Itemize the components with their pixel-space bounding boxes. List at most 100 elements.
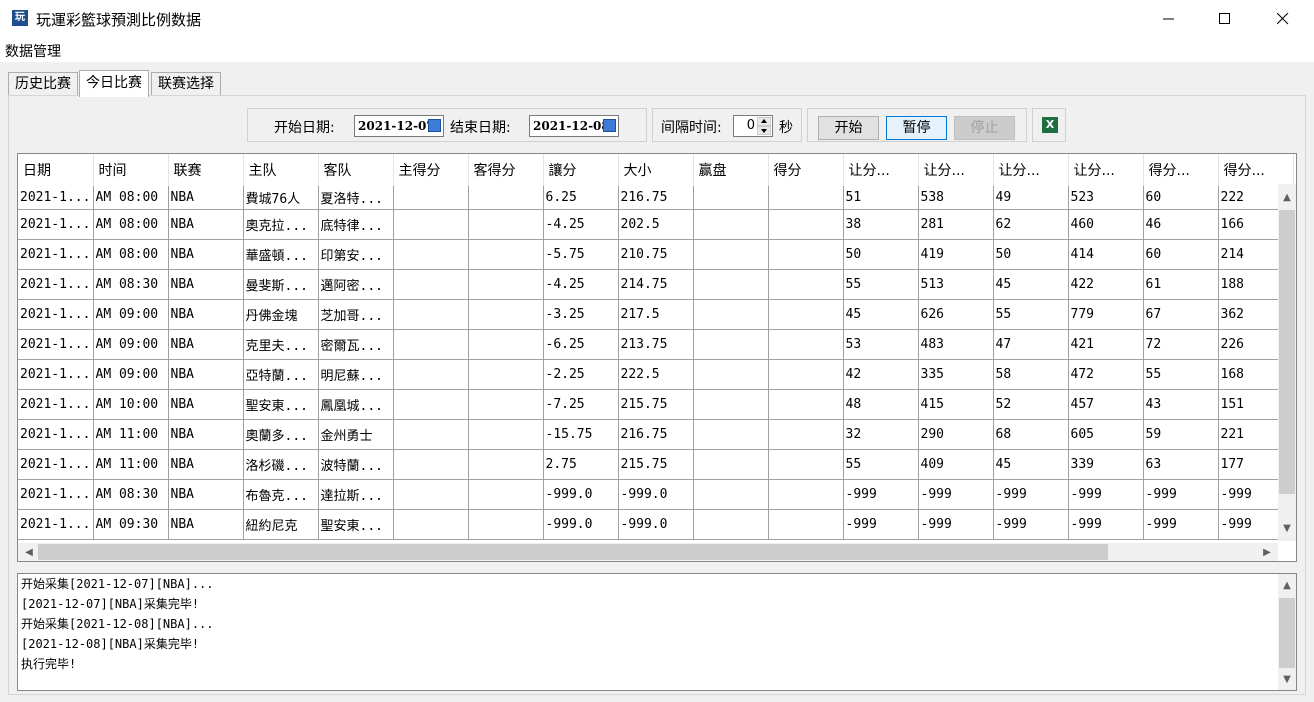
column-header[interactable]: 让分... — [1068, 154, 1144, 186]
menu-data-management[interactable]: 数据管理 — [5, 41, 61, 61]
table-cell: 422 — [1068, 269, 1144, 300]
grid-vertical-scrollbar[interactable]: ▲ ▼ — [1278, 184, 1296, 541]
column-header[interactable]: 让分... — [843, 154, 919, 186]
window-title: 玩運彩籃球預測比例数据 — [36, 11, 202, 29]
excel-icon[interactable]: X — [1042, 117, 1058, 133]
table-cell — [768, 329, 844, 360]
table-cell — [468, 186, 544, 210]
log-textarea[interactable]: 开始采集[2021-12-07][NBA]... [2021-12-07][NBA… — [17, 573, 1297, 691]
table-cell: 2021-1... — [18, 299, 94, 330]
table-cell: NBA — [168, 239, 244, 270]
table-cell: -4.25 — [543, 269, 619, 300]
maximize-button[interactable] — [1196, 0, 1254, 38]
table-cell — [768, 449, 844, 480]
table-cell: AM 10:00 — [93, 389, 169, 420]
scroll-down-icon[interactable]: ▼ — [1278, 670, 1296, 688]
stop-button[interactable]: 停止 — [954, 116, 1015, 140]
table-row[interactable]: 2021-1... AM 09:00 NBA 克里夫... 密爾瓦... -6.25 213… — [18, 329, 1294, 360]
scroll-up-icon[interactable]: ▲ — [1278, 188, 1296, 206]
table-cell: 457 — [1068, 389, 1144, 420]
log-vertical-scrollbar[interactable]: ▲ ▼ — [1278, 574, 1296, 690]
table-row[interactable]: 2021-1... AM 09:00 NBA 亞特蘭... 明尼蘇... -2.25 222… — [18, 359, 1294, 390]
log-line: [2021-12-08][NBA]采集完毕! — [21, 637, 200, 651]
log-vertical-thumb[interactable] — [1279, 598, 1295, 668]
end-date-picker[interactable]: 2021-12-08 — [529, 115, 619, 137]
table-row[interactable]: 2021-1... AM 08:30 NBA 布魯克... 達拉斯... -999.0 -9… — [18, 479, 1294, 510]
table-row[interactable]: 2021-1... AM 11:00 NBA 奧蘭多... 金州勇士 -15.75 216.… — [18, 419, 1294, 450]
minimize-button[interactable] — [1140, 0, 1198, 38]
table-cell: AM 09:00 — [93, 359, 169, 390]
table-cell — [468, 479, 544, 510]
column-header[interactable]: 得分... — [1218, 154, 1294, 186]
table-cell: -999 — [918, 509, 994, 540]
table-cell: 290 — [918, 419, 994, 450]
table-cell: 曼斐斯... — [243, 269, 319, 300]
close-button[interactable] — [1254, 0, 1312, 38]
column-header[interactable]: 联赛 — [168, 154, 244, 186]
tab-league-select[interactable]: 联赛选择 — [151, 72, 221, 95]
table-cell: -999 — [1068, 509, 1144, 540]
table-row[interactable]: 2021-1... AM 10:00 NBA 聖安東... 鳳凰城... -7.25 215… — [18, 389, 1294, 420]
column-header[interactable]: 客队 — [318, 154, 394, 186]
table-cell: 43 — [1143, 389, 1219, 420]
table-cell: -5.75 — [543, 239, 619, 270]
table-cell: AM 09:00 — [93, 329, 169, 360]
table-row[interactable]: 2021-1... AM 11:00 NBA 洛杉磯... 波特蘭... 2.75 215.… — [18, 449, 1294, 480]
scroll-left-icon[interactable]: ◀ — [20, 543, 38, 561]
column-header[interactable]: 让分... — [993, 154, 1069, 186]
table-cell: NBA — [168, 509, 244, 540]
column-header[interactable]: 得分... — [1143, 154, 1219, 186]
column-header[interactable]: 时间 — [93, 154, 169, 186]
grid-vertical-thumb[interactable] — [1279, 210, 1295, 494]
table-cell: 2021-1... — [18, 329, 94, 360]
table-cell: 415 — [918, 389, 994, 420]
matches-grid[interactable]: 日期 时间 联赛 主队 客队 主得分 客得分 讓分 大小 赢盘 得分 让分... 让分... 让分... 让… — [17, 153, 1297, 562]
scroll-down-icon[interactable]: ▼ — [1278, 519, 1296, 537]
table-cell: 亞特蘭... — [243, 359, 319, 390]
spinner-arrows-icon[interactable] — [757, 117, 771, 135]
table-cell: 印第安... — [318, 239, 394, 270]
table-cell — [693, 419, 769, 450]
column-header[interactable]: 日期 — [18, 154, 94, 186]
tab-today-matches[interactable]: 今日比赛 — [79, 70, 149, 97]
table-cell: 2021-1... — [18, 186, 94, 210]
column-header[interactable]: 让分... — [918, 154, 994, 186]
table-row[interactable]: 2021-1... AM 09:00 NBA 丹佛金塊 芝加哥... -3.25 217.5… — [18, 299, 1294, 330]
interval-spinner[interactable]: 0 — [733, 115, 773, 137]
column-header[interactable]: 赢盘 — [693, 154, 769, 186]
column-header[interactable]: 客得分 — [468, 154, 544, 186]
start-button[interactable]: 开始 — [818, 116, 879, 140]
table-cell: 45 — [993, 449, 1069, 480]
interval-value: 0 — [746, 118, 755, 133]
column-header[interactable]: 主队 — [243, 154, 319, 186]
table-cell: 281 — [918, 209, 994, 240]
column-header[interactable]: 讓分 — [543, 154, 619, 186]
table-row[interactable]: 2021-1... AM 08:30 NBA 曼斐斯... 邁阿密... -4.25 214… — [18, 269, 1294, 300]
table-cell: 2021-1... — [18, 209, 94, 240]
table-cell: 472 — [1068, 359, 1144, 390]
table-row[interactable]: 2021-1... AM 08:00 NBA 華盛頓... 印第安... -5.75 210… — [18, 239, 1294, 270]
table-row[interactable]: 2021-1... AM 08:00 NBA 奧克拉... 底特律... -4.25 202… — [18, 209, 1294, 240]
column-header[interactable]: 得分 — [768, 154, 844, 186]
title-bar: 玩 玩運彩籃球預測比例数据 — [0, 0, 1314, 38]
table-cell — [693, 186, 769, 210]
table-row[interactable]: 2021-1... AM 08:00 NBA 費城76人 夏洛特... 6.25 216.7… — [18, 186, 1294, 210]
table-cell: AM 08:30 — [93, 269, 169, 300]
table-cell — [768, 359, 844, 390]
calendar-icon[interactable] — [428, 119, 441, 132]
pause-button[interactable]: 暂停 — [886, 116, 947, 140]
grid-horizontal-thumb[interactable] — [38, 544, 1108, 560]
grid-horizontal-scrollbar[interactable]: ◀ ▶ — [18, 543, 1278, 561]
calendar-icon[interactable] — [603, 119, 616, 132]
column-header[interactable]: 主得分 — [393, 154, 469, 186]
scroll-right-icon[interactable]: ▶ — [1258, 543, 1276, 561]
scroll-up-icon[interactable]: ▲ — [1278, 576, 1296, 594]
tab-history-matches[interactable]: 历史比赛 — [8, 72, 78, 95]
table-cell: -7.25 — [543, 389, 619, 420]
start-date-picker[interactable]: 2021-12-07 — [354, 115, 444, 137]
table-cell: 605 — [1068, 419, 1144, 450]
table-cell: 55 — [843, 449, 919, 480]
table-row[interactable]: 2021-1... AM 09:30 NBA 紐約尼克 聖安東... -999.0 -999… — [18, 509, 1294, 540]
column-header[interactable]: 大小 — [618, 154, 694, 186]
table-cell — [768, 419, 844, 450]
